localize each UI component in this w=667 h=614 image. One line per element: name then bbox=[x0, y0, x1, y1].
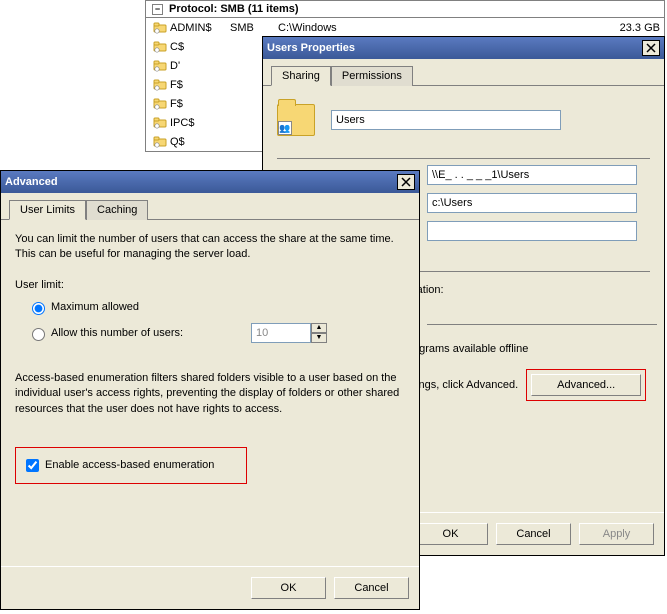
share-name: C$ bbox=[170, 41, 230, 53]
user-limit-label: User limit: bbox=[15, 279, 405, 291]
tab-user-limits[interactable]: User Limits bbox=[9, 200, 86, 220]
radio-max-allowed[interactable] bbox=[32, 302, 45, 315]
advanced-hint: tings, click Advanced. bbox=[413, 379, 518, 391]
tab-sharing[interactable]: Sharing bbox=[271, 66, 331, 86]
share-path: C:\Windows bbox=[278, 22, 610, 34]
share-protocol: SMB bbox=[230, 22, 278, 34]
tree-header: − Protocol: SMB (11 items) bbox=[145, 0, 665, 18]
spinner-down-icon[interactable]: ▼ bbox=[311, 333, 327, 343]
offline-text: ograms available offline bbox=[413, 343, 650, 355]
close-icon[interactable] bbox=[642, 40, 660, 56]
user-count-spinner[interactable]: 10 ▲ ▼ bbox=[251, 323, 327, 343]
radio-max-label: Maximum allowed bbox=[51, 301, 139, 313]
close-icon[interactable] bbox=[397, 174, 415, 190]
cancel-button[interactable]: Cancel bbox=[334, 577, 409, 599]
tab-permissions[interactable]: Permissions bbox=[331, 66, 413, 86]
share-name: Q$ bbox=[170, 136, 230, 148]
abe-description: Access-based enumeration filters shared … bbox=[15, 371, 405, 417]
collapse-icon[interactable]: − bbox=[152, 4, 163, 15]
tabbar-advanced: User Limits Caching bbox=[1, 193, 419, 220]
share-folder-icon bbox=[150, 98, 170, 110]
apply-button[interactable]: Apply bbox=[579, 523, 654, 545]
folder-path-field[interactable]: c:\Users bbox=[427, 193, 637, 213]
titlebar-adv-title: Advanced bbox=[5, 176, 397, 188]
share-folder-icon bbox=[150, 79, 170, 91]
share-name: ADMIN$ bbox=[170, 22, 230, 34]
titlebar-props: Users Properties bbox=[263, 37, 664, 59]
share-name: F$ bbox=[170, 79, 230, 91]
share-name: D' bbox=[170, 60, 230, 72]
share-folder-icon bbox=[150, 60, 170, 72]
share-folder-icon bbox=[150, 41, 170, 53]
radio-allow-label: Allow this number of users: bbox=[51, 327, 251, 339]
share-name: F$ bbox=[170, 98, 230, 110]
share-size: 23.3 GB bbox=[610, 22, 660, 34]
network-path-field[interactable]: \\E_ . . _ _ _1\Users bbox=[427, 165, 637, 185]
share-name-field[interactable]: Users bbox=[331, 110, 561, 130]
folder-icon: 👥 bbox=[277, 104, 315, 136]
abe-checkbox[interactable] bbox=[26, 459, 39, 472]
table-row[interactable]: ADMIN$SMBC:\Windows23.3 GB bbox=[146, 18, 664, 37]
share-overlay-icon: 👥 bbox=[278, 121, 292, 135]
advanced-window: Advanced User Limits Caching You can lim… bbox=[0, 170, 420, 610]
advanced-button[interactable]: Advanced... bbox=[531, 374, 641, 396]
titlebar-title: Users Properties bbox=[267, 42, 642, 54]
abe-checkbox-row[interactable]: Enable access-based enumeration bbox=[22, 456, 238, 475]
ok-button[interactable]: OK bbox=[251, 577, 326, 599]
share-folder-icon bbox=[150, 117, 170, 129]
spinner-value: 10 bbox=[251, 323, 311, 343]
share-name: IPC$ bbox=[170, 117, 230, 129]
cancel-button[interactable]: Cancel bbox=[496, 523, 571, 545]
radio-allow-number[interactable] bbox=[32, 328, 45, 341]
share-folder-icon bbox=[150, 22, 170, 34]
intro-text: You can limit the number of users that c… bbox=[15, 232, 405, 263]
abe-checkbox-label: Enable access-based enumeration bbox=[45, 459, 214, 471]
tree-header-label: Protocol: SMB (11 items) bbox=[169, 3, 299, 15]
tab-caching[interactable]: Caching bbox=[86, 200, 148, 220]
ok-button[interactable]: OK bbox=[413, 523, 488, 545]
share-folder-icon bbox=[150, 136, 170, 148]
tabbar-props: Sharing Permissions bbox=[263, 59, 664, 86]
spinner-up-icon[interactable]: ▲ bbox=[311, 323, 327, 333]
titlebar-advanced: Advanced bbox=[1, 171, 419, 193]
description-input[interactable] bbox=[427, 221, 637, 241]
